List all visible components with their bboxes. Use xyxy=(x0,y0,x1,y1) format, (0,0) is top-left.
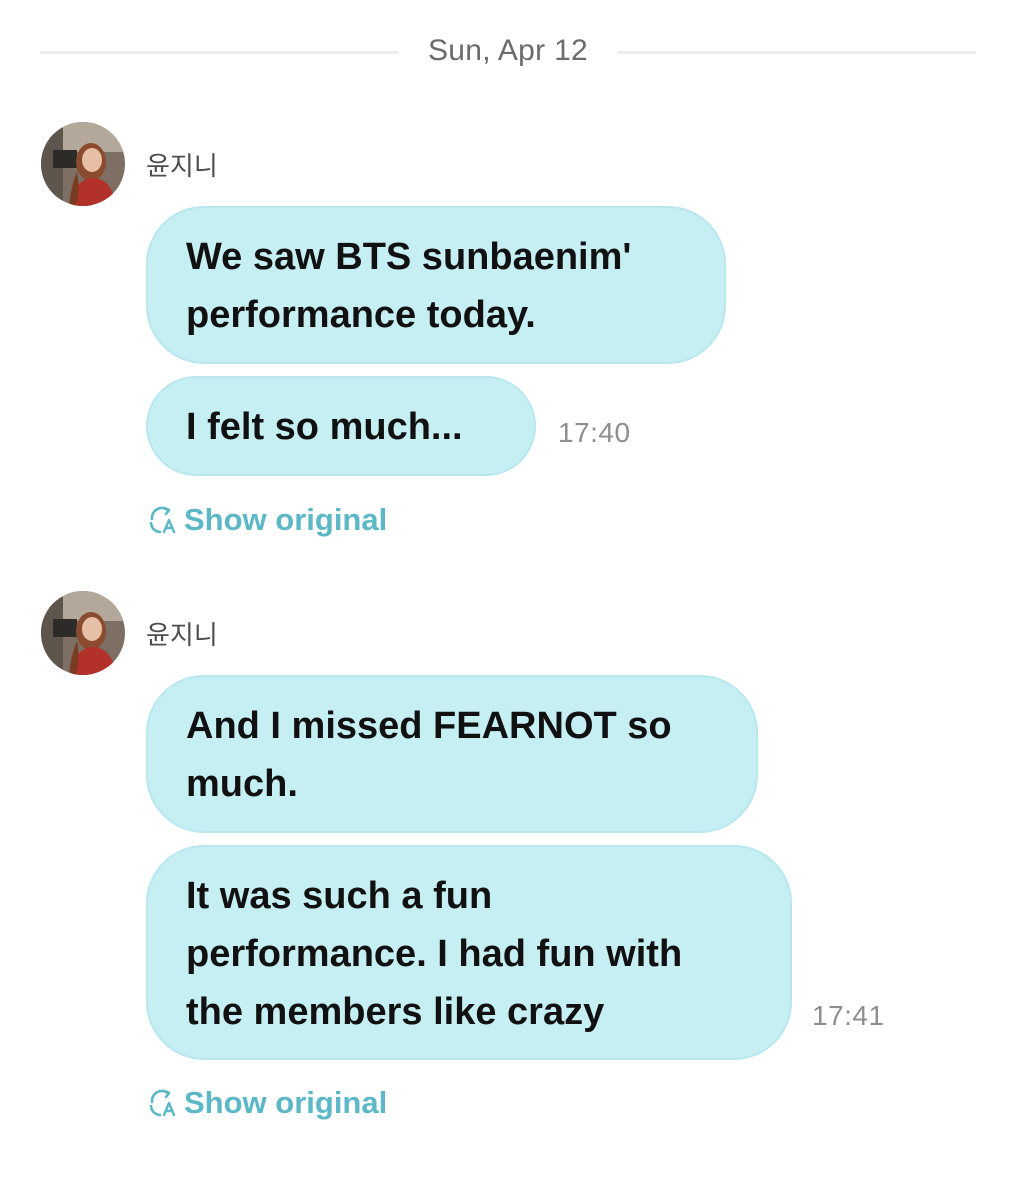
sender-name: 윤지니 xyxy=(146,620,218,650)
message-line: performance today. xyxy=(186,294,536,336)
show-original-label: Show original xyxy=(184,502,388,537)
avatar[interactable] xyxy=(41,122,125,206)
show-original-button[interactable]: Show original xyxy=(148,1085,387,1121)
message-bubble[interactable]: It was such a fun performance. I had fun… xyxy=(146,845,792,1060)
message-line: It was such a fun xyxy=(186,875,493,917)
message-line: I felt so much... xyxy=(186,406,463,448)
translate-icon xyxy=(149,1089,176,1117)
show-original-label: Show original xyxy=(184,1085,388,1120)
message-line: We saw BTS sunbaenim' xyxy=(186,236,632,278)
translate-icon xyxy=(149,506,176,534)
profile-photo-icon xyxy=(41,122,125,206)
message-line: And I missed FEARNOT so xyxy=(186,705,672,747)
message-time: 17:40 xyxy=(558,417,631,448)
avatar[interactable] xyxy=(41,591,125,675)
separator-line-right xyxy=(618,51,976,54)
message-bubble[interactable]: I felt so much... xyxy=(146,376,536,476)
profile-photo-icon xyxy=(41,591,125,675)
message-line: much. xyxy=(186,763,298,805)
message-line: the members like crazy xyxy=(186,991,605,1033)
message-time: 17:41 xyxy=(812,1000,885,1031)
show-original-button[interactable]: Show original xyxy=(148,502,387,538)
message-bubble[interactable]: We saw BTS sunbaenim' performance today. xyxy=(146,206,726,364)
sender-name: 윤지니 xyxy=(146,151,218,181)
message-bubble[interactable]: And I missed FEARNOT so much. xyxy=(146,675,758,833)
date-separator: Sun, Apr 12 xyxy=(40,30,976,74)
message-line: performance. I had fun with xyxy=(186,933,683,975)
